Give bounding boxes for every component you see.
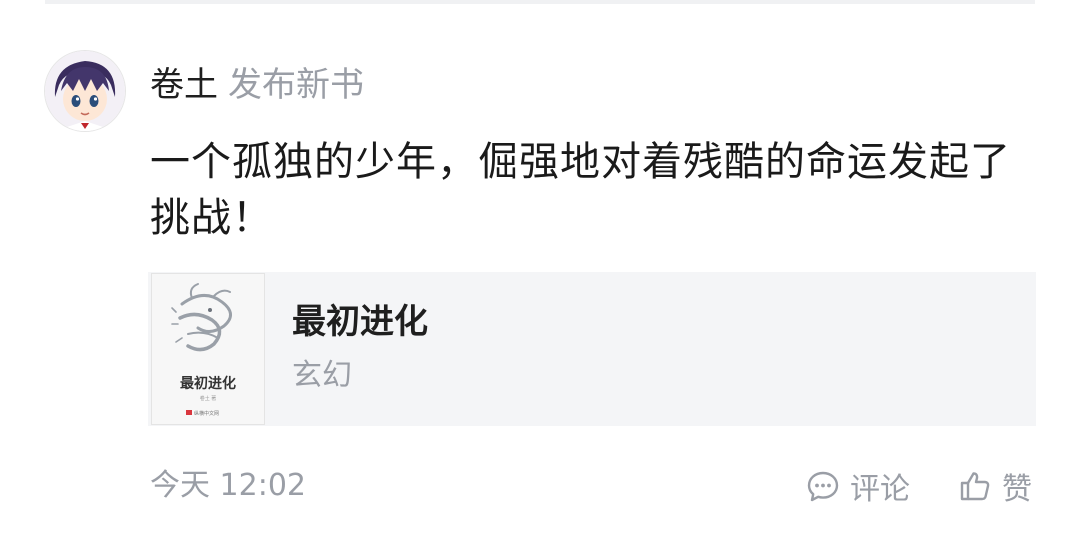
- book-title[interactable]: 最初进化: [292, 300, 428, 344]
- top-divider: [45, 0, 1035, 4]
- book-cover-art: 最初进化 卷土 著 纵横中文网: [152, 274, 264, 424]
- post-action-text: 发布新书: [228, 65, 364, 105]
- author-row: 卷土 发布新书: [150, 62, 364, 108]
- comment-label: 评论: [850, 472, 910, 507]
- post-content: 一个孤独的少年，倔强地对着残酷的命运发起了挑战！: [150, 139, 1011, 241]
- thumbs-up-icon: [958, 469, 992, 503]
- feed-post: 卷土 发布新书 一个孤独的少年，倔强地对着残酷的命运发起了挑战！ 最初进化 卷土 …: [0, 0, 1080, 541]
- author-name[interactable]: 卷土: [150, 65, 218, 105]
- comment-button[interactable]: 评论: [806, 463, 910, 509]
- post-timestamp: 今天 12:02: [150, 468, 306, 503]
- like-label: 赞: [1002, 472, 1032, 507]
- comment-bubble-icon: [806, 469, 840, 503]
- cover-title: 最初进化: [180, 375, 236, 392]
- book-genre: 玄幻: [292, 358, 352, 393]
- book-cover: 最初进化 卷土 著 纵横中文网: [152, 274, 264, 424]
- cover-author: 卷土 著: [200, 395, 217, 402]
- cover-publisher: 纵横中文网: [194, 410, 219, 417]
- like-button[interactable]: 赞: [958, 463, 1032, 509]
- avatar-illustration: [45, 51, 125, 131]
- author-avatar[interactable]: [45, 51, 125, 131]
- publisher-logo: [186, 410, 192, 415]
- book-card[interactable]: 最初进化 卷土 著 纵横中文网 最初进化 玄幻: [148, 272, 1036, 426]
